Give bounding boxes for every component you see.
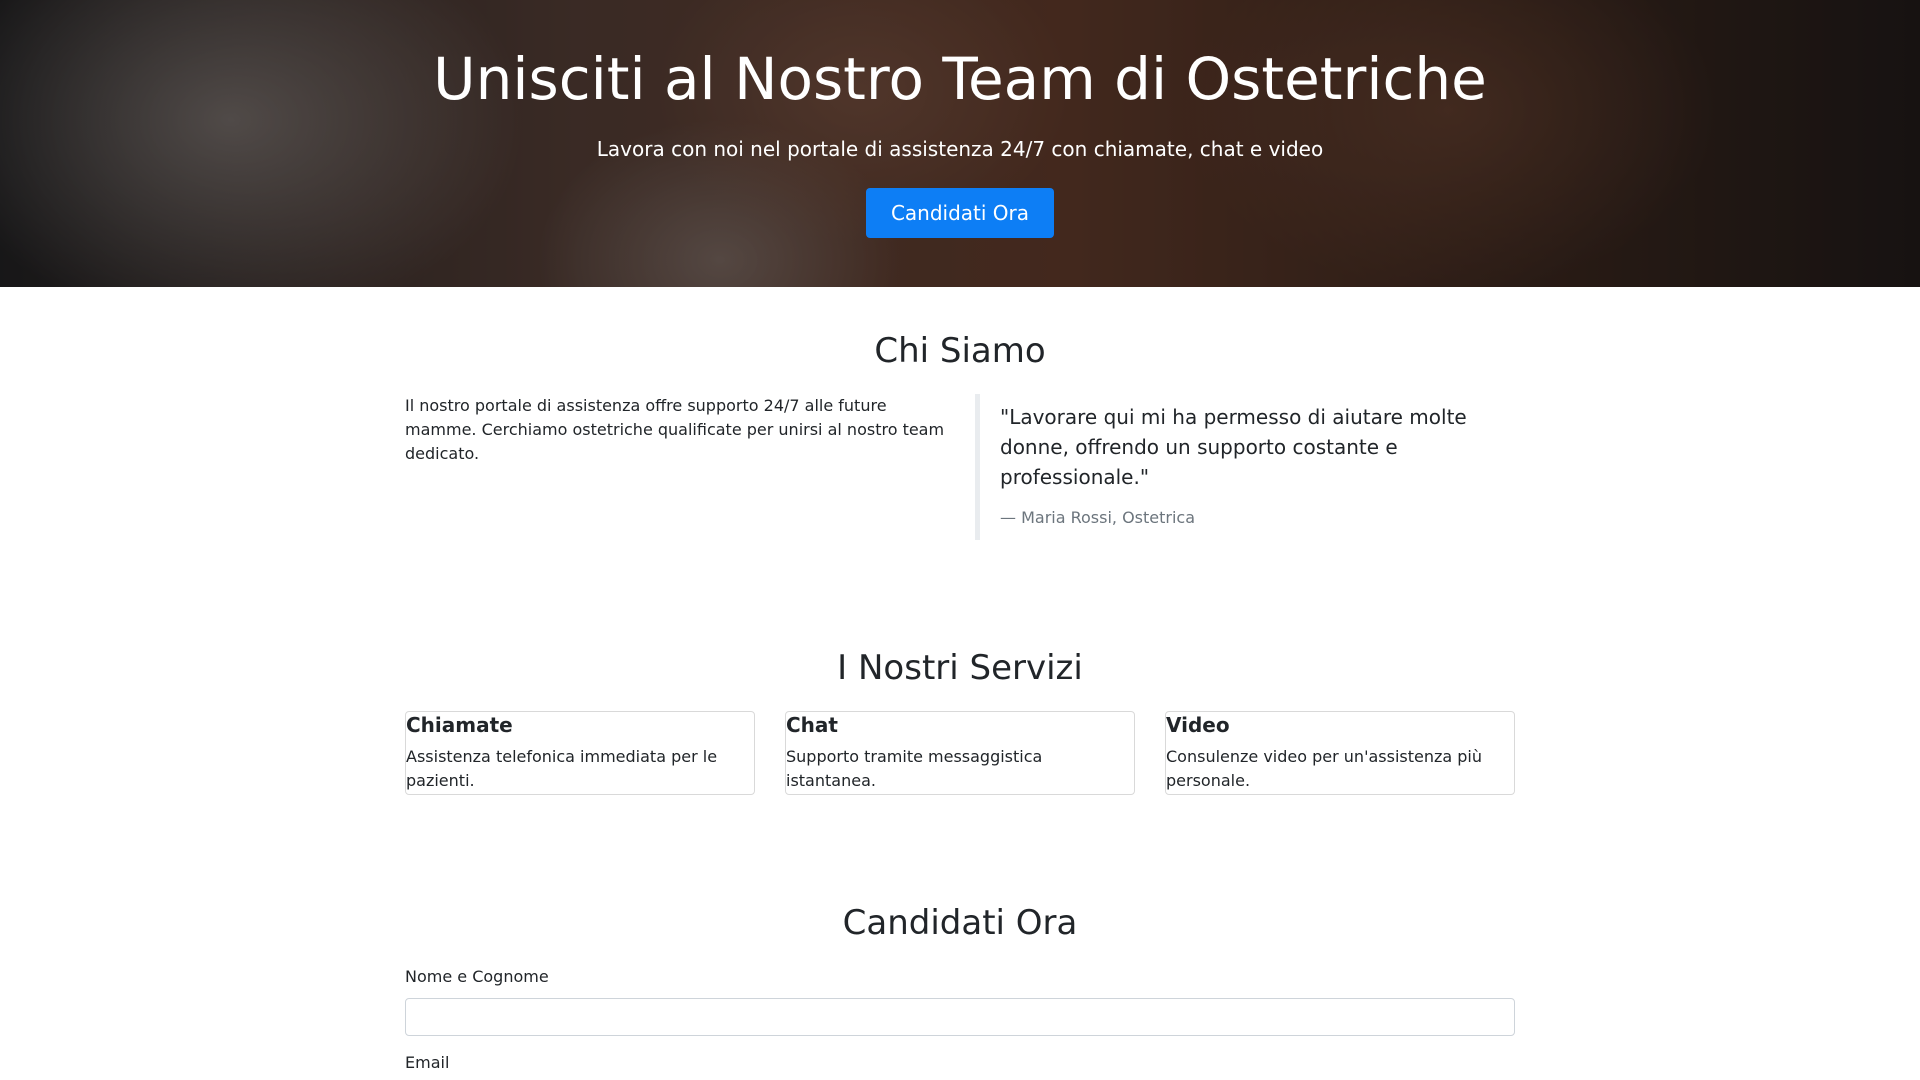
hero-content: Unisciti al Nostro Team di Ostetriche La… [0, 0, 1920, 287]
services-cards: Chiamate Assistenza telefonica immediata… [405, 711, 1515, 795]
service-card-text: Assistenza telefonica immediata per le p… [406, 747, 718, 790]
hero-section: Unisciti al Nostro Team di Ostetriche La… [0, 0, 1920, 287]
about-title: Chi Siamo [874, 331, 1046, 371]
service-card-calls: Chiamate Assistenza telefonica immediata… [405, 711, 755, 795]
email-label: Email [405, 1053, 450, 1072]
application-title: Candidati Ora [842, 903, 1078, 943]
quote-author: — Maria Rossi, Ostetrica [1000, 508, 1196, 527]
apply-now-button[interactable]: Candidati Ora [866, 188, 1054, 238]
quote-text: "Lavorare qui mi ha permesso di aiutare … [1000, 405, 1467, 489]
hero-title: Unisciti al Nostro Team di Ostetriche [433, 45, 1487, 113]
service-card-title: Chiamate [406, 713, 513, 737]
service-card-video: Video Consulenze video per un'assistenza… [1165, 711, 1515, 795]
services-title: I Nostri Servizi [837, 648, 1083, 688]
service-card-text: Supporto tramite messaggistica istantane… [786, 747, 1043, 790]
service-card-text: Consulenze video per un'assistenza più p… [1166, 747, 1483, 790]
service-card-chat: Chat Supporto tramite messaggistica ista… [785, 711, 1135, 795]
service-card-title: Video [1166, 713, 1230, 737]
testimonial-quote: "Lavorare qui mi ha permesso di aiutare … [975, 394, 1515, 540]
name-label: Nome e Cognome [405, 967, 549, 986]
name-input[interactable] [405, 998, 1515, 1036]
about-text: Il nostro portale di assistenza offre su… [405, 396, 945, 463]
service-card-title: Chat [786, 713, 838, 737]
hero-subtitle: Lavora con noi nel portale di assistenza… [596, 137, 1324, 161]
